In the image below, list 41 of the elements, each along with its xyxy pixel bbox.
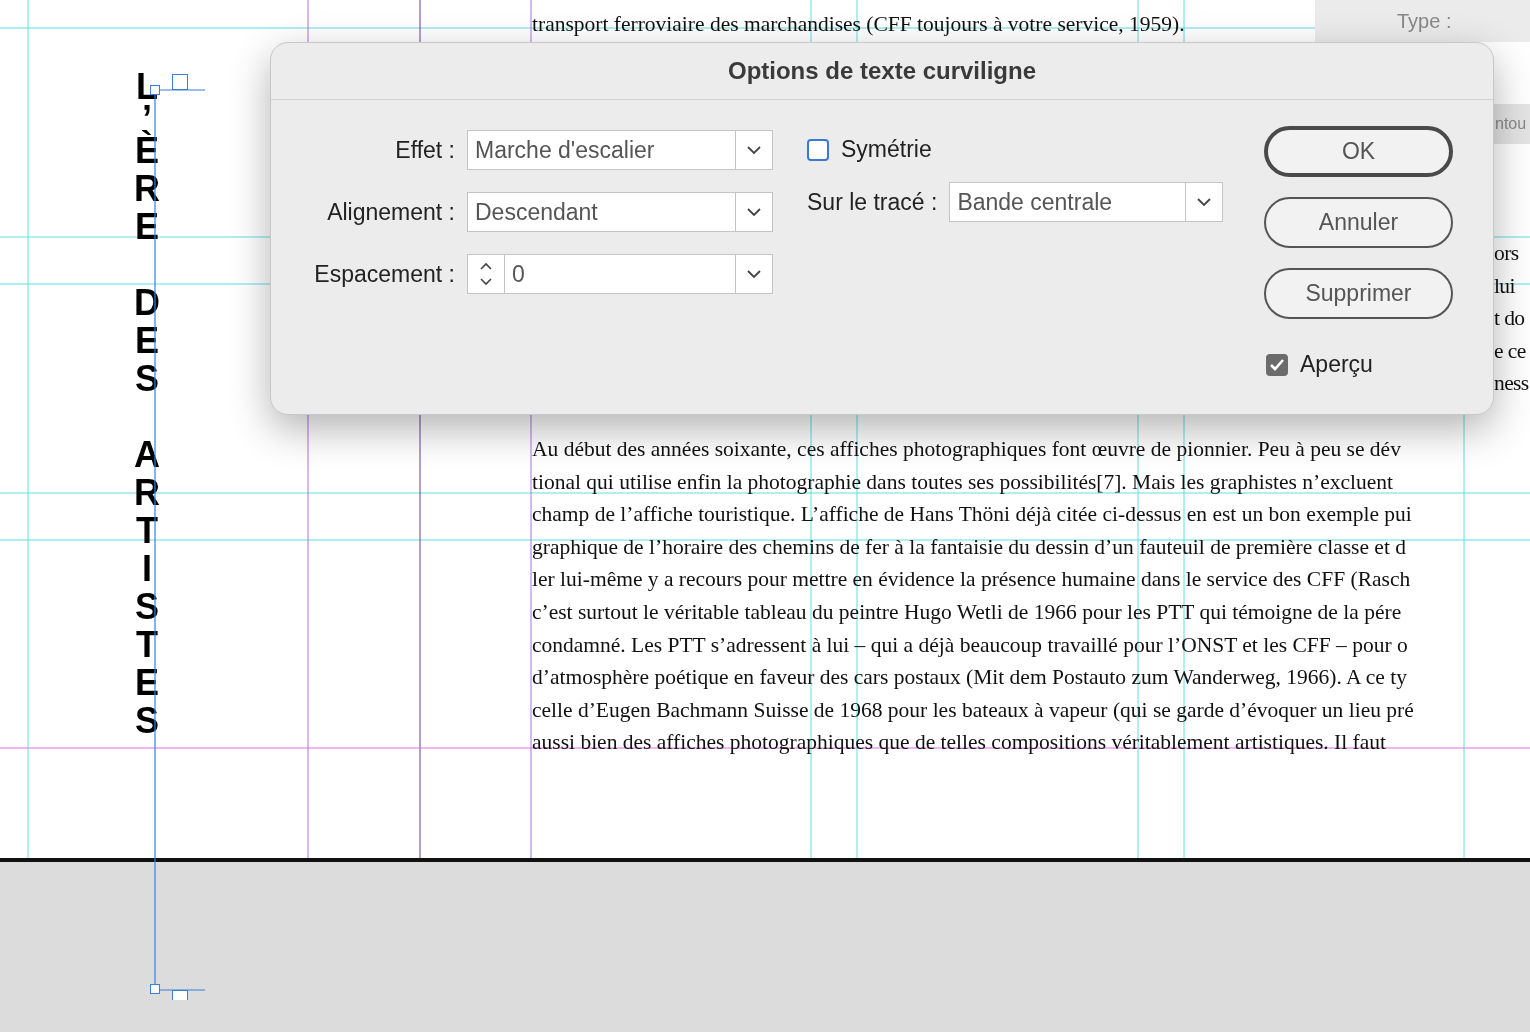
field-label: Alignement : xyxy=(326,198,455,226)
checkbox-label: Symétrie xyxy=(841,136,932,163)
paragraph-line: d’atmosphère poétique en faveur des cars postaux (Mit dem Postauto zum Wanderweg, 1966). A ce ty xyxy=(532,664,1408,692)
paragraph-line: c’est surtout le véritable tableau du peintre Hugo Wetli de 1966 pour les PTT qui témoigne de la pére xyxy=(532,598,1403,626)
paragraph-line: ness xyxy=(1494,370,1529,398)
panel-label: ntou xyxy=(1494,104,1530,144)
paragraph-line: lui xyxy=(1494,272,1516,300)
paragraph-line: transport ferroviaire des marchandises (CFF toujours à votre service, 1959). xyxy=(532,11,1185,38)
stepper-arrows-icon[interactable] xyxy=(479,260,493,288)
checkmark-icon xyxy=(1269,357,1285,372)
field-label: Effet : xyxy=(394,136,455,164)
dialog-button[interactable]: OK xyxy=(1264,126,1453,177)
dropdown-field[interactable]: Bande centrale xyxy=(949,182,1224,222)
dropdown-field[interactable]: Descendant xyxy=(467,192,773,232)
checkbox[interactable] xyxy=(1266,353,1288,376)
dialog-button[interactable]: Supprimer xyxy=(1264,268,1453,319)
chevron-down-icon xyxy=(747,207,761,217)
chevron-down-icon xyxy=(747,145,761,155)
number-field[interactable]: 0 xyxy=(467,254,773,294)
paragraph-line: tional qui utilise enfin la photographie dans toutes ses possibilités[7]. Mais les graphistes n’excluent xyxy=(532,468,1395,496)
chevron-down-icon xyxy=(747,269,761,279)
paragraph-line: e ce xyxy=(1494,337,1527,365)
paragraph-line: ors xyxy=(1494,240,1520,267)
chevron-down-icon xyxy=(1197,197,1212,207)
field-label: Espacement : xyxy=(313,260,455,288)
vertical-title: L’ÈRE DES ARTISTES xyxy=(133,68,161,740)
dropdown-field[interactable]: Marche d'escalier xyxy=(467,130,773,170)
paragraph-line: celle d’Eugen Bachmann Suisse de 1968 pour les bateaux à vapeur (qui se garde d’évoquer un lieu pré xyxy=(532,696,1414,724)
paragraph-line: condamné. Les PTT s’adressent à lui – qui a déjà beaucoup travaillé pour l’ONST et les CFF – pour o xyxy=(532,631,1409,659)
dialog-button[interactable]: Annuler xyxy=(1264,197,1453,248)
type-label: Type : xyxy=(1397,9,1452,33)
paragraph-line: champ de l’affiche touristique. L’affiche de Hans Thöni déjà citée ci-dessus en est un bon exemple pui xyxy=(532,501,1413,529)
paragraph-line: ler lui-même y a recours pour mettre en évidence la présence humaine dans le service des CFF (Rasch xyxy=(532,566,1412,594)
paragraph-line: Au début des années soixante, ces affiches photographiques font œuvre de pionnier. Peu à peu se dév xyxy=(532,436,1402,463)
paragraph-line: t do xyxy=(1494,305,1526,333)
checkbox-label: Aperçu xyxy=(1300,351,1373,378)
paragraph-line: aussi bien des affiches photographiques que de telles compositions véritablement artistiques. Il faut xyxy=(532,729,1388,757)
paragraph-line: graphique de l’horaire des chemins de fer à la fantaisie du dessin d’un fauteuil de première classe et d xyxy=(532,533,1407,561)
field-label: Sur le tracé : xyxy=(807,188,938,216)
dialog-title: Options de texte curviligne xyxy=(271,43,1493,100)
checkbox[interactable] xyxy=(807,138,829,161)
